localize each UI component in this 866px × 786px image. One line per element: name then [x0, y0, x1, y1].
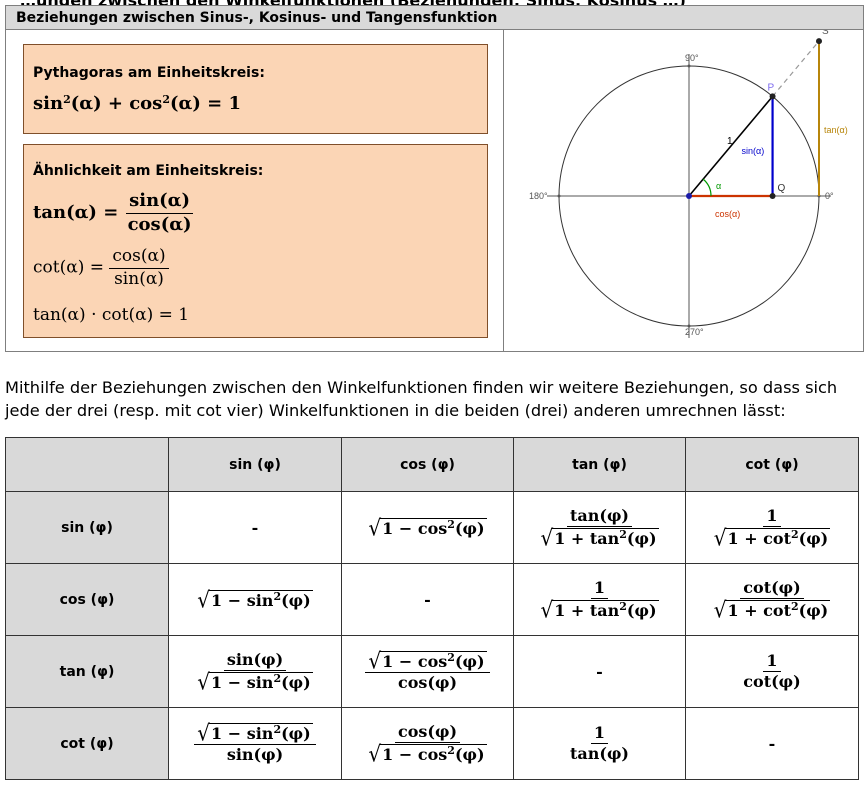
label-p: P [768, 82, 775, 93]
cot-numerator: cos(α) [109, 246, 169, 269]
similarity-box: Ähnlichkeit am Einheitskreis: tan(α) = s… [23, 144, 488, 338]
cot-lhs: cot(α) = [33, 257, 104, 278]
table-row: cot (φ) √ 1 − sin2(φ) sin(φ) cos(φ) √ 1 − co… [5, 707, 859, 780]
row-header-tan: tan (φ) [5, 635, 169, 708]
box-header: Beziehungen zwischen Sinus-, Kosinus- un… [6, 6, 863, 30]
corner-cell [5, 437, 169, 492]
cell-tan-cot: 1 cot(φ) [685, 635, 859, 708]
tan-formula: tan(α) = sin(α) cos(α) [33, 190, 195, 235]
pythagoras-formula: sin2(α) + cos2(α) = 1 [33, 93, 242, 114]
header-row: sin (φ) cos (φ) tan (φ) cot (φ) [5, 437, 859, 492]
pythagoras-title: Pythagoras am Einheitskreis: [33, 65, 265, 81]
label-0: 0° [825, 191, 834, 201]
table-row: sin (φ) - √ 1 − cos2(φ) tan(φ) √ 1 + tan2(φ… [5, 491, 859, 564]
conversion-table: sin (φ) cos (φ) tan (φ) cot (φ) sin (φ) … [5, 437, 859, 780]
label-90: 90° [685, 53, 699, 63]
row-header-cot: cot (φ) [5, 707, 169, 780]
table-row: cos (φ) √ 1 − sin2(φ) - 1 √ 1 + tan2(φ) cot… [5, 563, 859, 636]
angle-arc [702, 178, 712, 197]
label-q: Q [778, 183, 786, 194]
label-270: 270° [685, 327, 704, 337]
point-q [769, 193, 776, 199]
paragraph: Mithilfe der Beziehungen zwischen den Wi… [5, 378, 838, 420]
label-sin: sin(α) [742, 146, 765, 156]
tan-lhs: tan(α) = [33, 202, 119, 224]
relations-box: Beziehungen zwischen Sinus-, Kosinus- un… [5, 5, 864, 352]
cell-sin-sin: - [168, 491, 342, 564]
label-s: S [822, 30, 829, 37]
row-header-cos: cos (φ) [5, 563, 169, 636]
pythagoras-box: Pythagoras am Einheitskreis: sin2(α) + c… [23, 44, 488, 134]
cot-denominator: sin(α) [114, 268, 164, 289]
label-tan: tan(α) [824, 125, 848, 135]
cell-cot-tan: 1 tan(φ) [513, 707, 686, 780]
product-formula: tan(α) · cot(α) = 1 [33, 305, 190, 325]
point-s [816, 38, 822, 45]
cell-cos-sin: √ 1 − sin2(φ) [168, 563, 342, 636]
cell-cot-sin: √ 1 − sin2(φ) sin(φ) [168, 707, 342, 780]
cell-cos-cos: - [341, 563, 514, 636]
axis-tick [557, 194, 561, 198]
axis-tick [687, 64, 691, 68]
point-p [769, 93, 776, 100]
cell-sin-cot: 1 √ 1 + cot2(φ) [685, 491, 859, 564]
unit-circle-diagram: 90° 180° 270° 0° α P Q S 1 sin(α) cos(α) tan(α) [529, 30, 848, 338]
col-header-cos: cos (φ) [341, 437, 514, 492]
table-row: tan (φ) sin(φ) √ 1 − sin2(φ) √ 1 − cos2(φ) c… [5, 635, 859, 708]
label-one: 1 [727, 136, 733, 147]
cot-formula: cot(α) = cos(α) sin(α) [33, 246, 169, 289]
origin-point [686, 193, 692, 199]
cell-cot-cos: cos(φ) √ 1 − cos2(φ) [341, 707, 514, 780]
tan-denominator: cos(α) [127, 213, 192, 235]
alpha-label: α [716, 181, 721, 191]
col-header-sin: sin (φ) [168, 437, 342, 492]
cell-cos-cot: cot(φ) √ 1 + cot2(φ) [685, 563, 859, 636]
cell-cot-cot: - [685, 707, 859, 780]
cell-tan-sin: sin(φ) √ 1 − sin2(φ) [168, 635, 342, 708]
similarity-title: Ähnlichkeit am Einheitskreis: [33, 163, 264, 179]
extension-line [772, 40, 820, 97]
cell-sin-cos: √ 1 − cos2(φ) [341, 491, 514, 564]
cell-tan-tan: - [513, 635, 686, 708]
cell-sin-tan: tan(φ) √ 1 + tan2(φ) [513, 491, 686, 564]
row-header-sin: sin (φ) [5, 491, 169, 564]
col-header-tan: tan (φ) [513, 437, 686, 492]
label-180: 180° [529, 191, 548, 201]
tan-numerator: sin(α) [126, 190, 194, 214]
cell-cos-tan: 1 √ 1 + tan2(φ) [513, 563, 686, 636]
label-cos: cos(α) [715, 209, 740, 219]
cell-tan-cos: √ 1 − cos2(φ) cos(φ) [341, 635, 514, 708]
col-header-cot: cot (φ) [685, 437, 859, 492]
